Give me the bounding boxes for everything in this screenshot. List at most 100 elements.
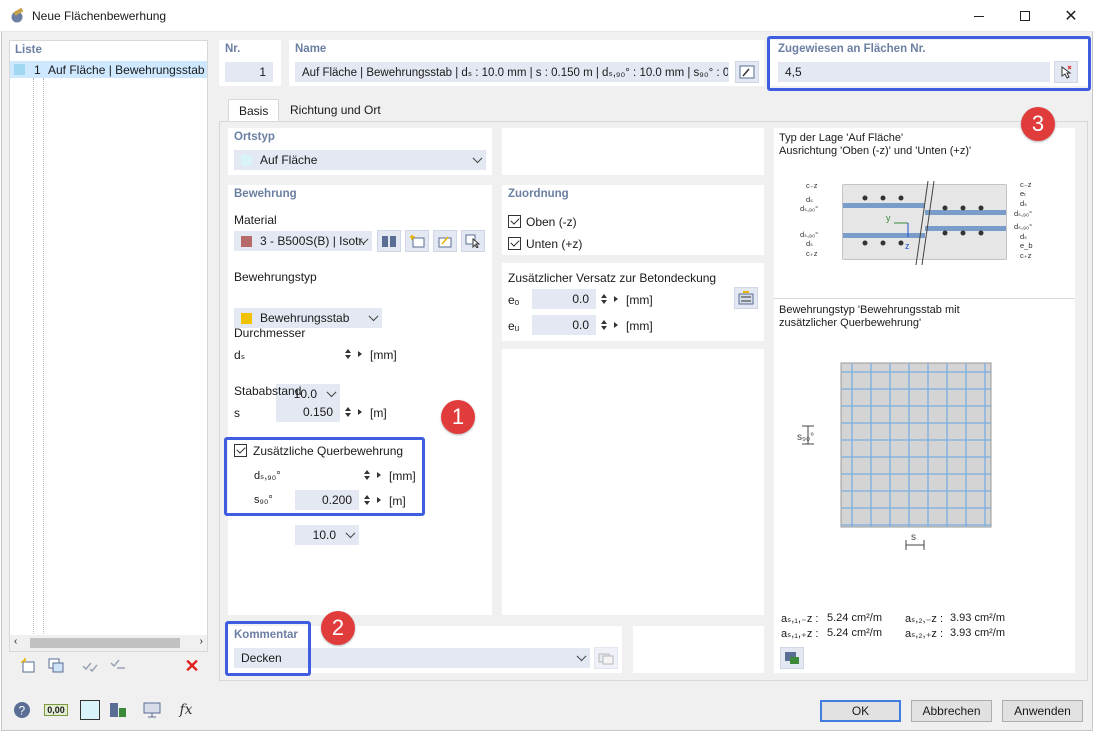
apply-button[interactable]: Anwenden	[1002, 700, 1083, 722]
diagram-label-right: c₊z	[1020, 251, 1032, 260]
ok-button[interactable]: OK	[820, 700, 901, 722]
formula-button[interactable]: f𝑥	[174, 699, 198, 721]
delete-button[interactable]: ✕	[180, 655, 204, 677]
unten-checkbox[interactable]	[508, 237, 521, 250]
diagram-label-right: dₛ,₉₀°	[1014, 222, 1032, 231]
chevron-down-icon	[368, 311, 379, 322]
ds-next-button[interactable]	[354, 344, 366, 364]
cancel-button[interactable]: Abbrechen	[911, 700, 992, 722]
bewehrungstyp-value: Bewehrungsstab	[260, 311, 350, 325]
view-button[interactable]	[140, 699, 164, 721]
ortstyp-select[interactable]: Auf Fläche	[234, 150, 486, 170]
minimize-button[interactable]	[956, 0, 1002, 32]
tab-basis[interactable]: Basis	[228, 99, 280, 121]
new-item-icon	[21, 658, 35, 673]
concrete-cover-button[interactable]	[734, 287, 758, 309]
diagram-label-right: e_b	[1020, 241, 1033, 250]
scroll-right-icon[interactable]: ›	[200, 636, 203, 647]
pick-icon	[465, 234, 481, 248]
library-icon	[382, 236, 396, 247]
help-icon: ?	[14, 702, 30, 718]
view-icon	[143, 702, 161, 718]
badge-3: 3	[1021, 107, 1055, 141]
scroll-left-icon[interactable]: ‹	[14, 636, 17, 647]
list-panel: Liste 1 Auf Fläche | Bewehrungsstab | d …	[9, 40, 208, 652]
eu-stepper[interactable]	[598, 315, 610, 335]
color-button[interactable]	[78, 699, 102, 721]
lage-title-2: Ausrichtung 'Oben (-z)' und 'Unten (+z)'	[779, 145, 972, 157]
eu-symbol: eᵤ	[508, 319, 520, 333]
material-swatch	[241, 235, 252, 247]
lage-diagram: y z c₋z dₛ dₛ,₉₀° dₛ,₉₀° dₛ c₊z c₋z eₜ d…	[800, 180, 1033, 265]
diagram-label-right: dₛ,₉₀°	[1014, 209, 1032, 218]
versatz-title: Zusätzlicher Versatz zur Betondeckung	[508, 271, 717, 285]
ds-stepper[interactable]	[342, 344, 354, 364]
badge-2: 2	[321, 611, 355, 645]
axis-z-label: z	[905, 241, 910, 251]
ds90-select[interactable]: 10.0	[295, 525, 359, 545]
edit-material-button[interactable]	[433, 230, 457, 252]
concrete-cover-icon	[738, 291, 754, 305]
svg-text:?: ?	[19, 704, 26, 718]
ortstyp-value: Auf Fläche	[260, 153, 318, 167]
eo-field[interactable]: 0.0	[532, 289, 596, 309]
help-button[interactable]: ?	[10, 699, 34, 721]
list-title: Liste	[15, 44, 42, 56]
arrow-right-icon	[614, 296, 618, 302]
highlight-box-2	[225, 621, 311, 676]
close-icon: ✕	[1064, 8, 1078, 25]
oben-checkbox[interactable]	[508, 215, 521, 228]
diagram-label-right: dₛ	[1020, 232, 1027, 241]
diagram-label-left: dₛ	[806, 239, 813, 248]
edit-name-button[interactable]	[735, 61, 759, 83]
copy-item-button[interactable]	[44, 655, 68, 677]
new-item-button[interactable]	[16, 655, 40, 677]
eu-unit: [mm]	[626, 319, 653, 333]
list-item[interactable]: 1 Auf Fläche | Bewehrungsstab | d	[10, 61, 207, 78]
edit-material-icon	[438, 236, 452, 248]
diagram-label-left: dₛ,₉₀°	[800, 204, 818, 213]
s-field[interactable]: 0.150	[276, 402, 340, 422]
new-item-icon	[410, 235, 425, 248]
tab-richtung-und-ort[interactable]: Richtung und Ort	[280, 99, 391, 121]
new-material-button[interactable]	[405, 230, 429, 252]
material-label: Material	[234, 213, 277, 227]
s-unit: [m]	[370, 406, 387, 420]
bewehrungstyp-select[interactable]: Bewehrungsstab	[234, 308, 382, 328]
copy-icon	[48, 658, 64, 673]
eo-next-button[interactable]	[610, 289, 622, 309]
material-library-button[interactable]	[377, 230, 401, 252]
details-button[interactable]	[780, 647, 804, 669]
unten-label: Unten (+z)	[526, 237, 583, 251]
eu-next-button[interactable]	[610, 315, 622, 335]
close-button[interactable]: ✕	[1048, 0, 1094, 32]
tree-line	[43, 78, 44, 638]
pick-material-button[interactable]	[461, 230, 485, 252]
s-next-button[interactable]	[354, 402, 366, 422]
eu-field[interactable]: 0.0	[532, 315, 596, 335]
display-button[interactable]	[106, 699, 130, 721]
maximize-icon	[1020, 11, 1030, 21]
area-value: 3.93 cm²/m	[950, 627, 1006, 639]
s-stepper[interactable]	[342, 402, 354, 422]
chevron-down-icon	[576, 651, 587, 662]
list-scrollbar[interactable]: ‹ ›	[10, 635, 207, 651]
s-dim-label: s	[911, 532, 916, 543]
area-label: aₛ,₂,₊z :	[905, 628, 944, 640]
scroll-thumb[interactable]	[30, 638, 180, 648]
name-field[interactable]: Auf Fläche | Bewehrungsstab | dₛ : 10.0 …	[295, 62, 729, 82]
color-swatch-icon	[80, 700, 100, 720]
kommentar-edit-button[interactable]	[594, 647, 618, 669]
maximize-button[interactable]	[1002, 0, 1048, 32]
chevron-down-icon	[472, 153, 483, 164]
nr-field[interactable]: 1	[225, 62, 273, 82]
empty-panel	[502, 128, 764, 175]
material-select[interactable]: 3 - B500S(B) | Isotr...	[234, 231, 372, 251]
units-button[interactable]: 0,00	[44, 699, 68, 721]
check-all-button[interactable]	[78, 655, 102, 677]
uncheck-all-button[interactable]	[106, 655, 130, 677]
zuordnung-panel: Zuordnung Oben (-z) Unten (+z)	[502, 185, 764, 255]
eo-stepper[interactable]	[598, 289, 610, 309]
formula-icon: f𝑥	[179, 702, 193, 718]
lage-title-1: Typ der Lage 'Auf Fläche'	[779, 132, 904, 144]
